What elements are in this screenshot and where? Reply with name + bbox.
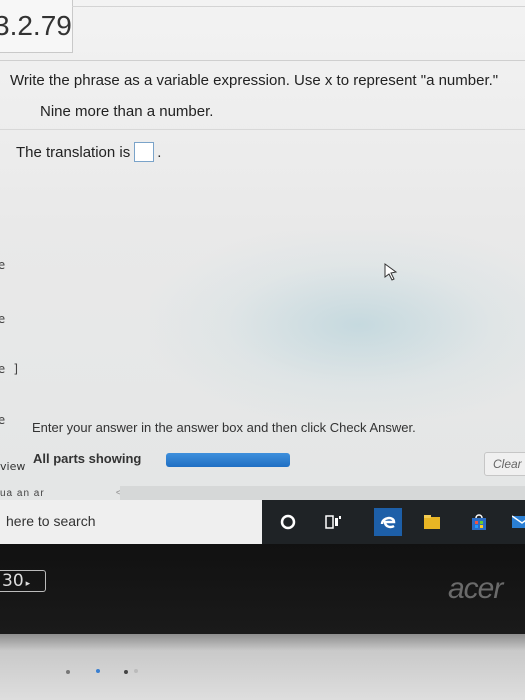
file-explorer-icon[interactable] — [422, 512, 442, 532]
browser-screen: 3.2.79 Write the phrase as a variable ex… — [0, 0, 525, 500]
view-link[interactable]: view — [0, 460, 25, 473]
search-placeholder: here to search — [6, 513, 96, 529]
task-view-icon[interactable] — [323, 512, 343, 532]
header-divider — [72, 6, 525, 7]
indicator-led — [66, 670, 70, 674]
parts-progress-bar — [166, 453, 290, 467]
sidebar-fragment[interactable]: e — [0, 312, 5, 326]
mail-icon[interactable] — [512, 512, 525, 532]
bezel-sticker: 30 ▸ — [0, 570, 46, 592]
problem-number-box: 3.2.79 — [0, 0, 73, 53]
translation-label: The translation is — [16, 143, 131, 161]
translation-period: . — [157, 143, 162, 161]
indicator-led — [134, 669, 138, 673]
phrase-text: Nine more than a number. — [40, 103, 214, 120]
answer-input-box[interactable] — [134, 142, 155, 162]
sticker-text: 30 — [2, 571, 24, 591]
sidebar-fragment[interactable]: e — [0, 258, 5, 272]
indicator-led — [96, 669, 100, 673]
parts-progress-fill — [166, 453, 290, 467]
sticker-arrow-icon: ▸ — [25, 579, 31, 589]
question-text: Write the phrase as a variable expressio… — [10, 72, 499, 89]
cortana-circle-icon[interactable] — [278, 512, 298, 532]
all-parts-showing-label: All parts showing — [33, 451, 142, 466]
windows-taskbar: here to search — [0, 500, 525, 544]
taskbar-search-box[interactable]: here to search — [0, 500, 262, 544]
sidebar-fragment[interactable]: e — [0, 413, 5, 427]
truncated-label: ua an ar — [0, 488, 45, 496]
mouse-pointer-icon — [384, 263, 398, 281]
edge-icon[interactable] — [374, 508, 402, 536]
store-icon[interactable] — [469, 512, 489, 532]
divider — [0, 129, 525, 130]
divider — [0, 60, 525, 61]
laptop-chassis — [0, 634, 525, 700]
indicator-led — [124, 670, 128, 674]
sidebar-fragment[interactable]: e ] — [0, 362, 20, 376]
problem-number: 3.2.79 — [0, 10, 72, 41]
clear-button[interactable]: Clear — [484, 452, 525, 476]
translation-row: The translation is . — [16, 142, 161, 162]
horizontal-scrollbar[interactable] — [120, 486, 525, 500]
brand-logo: acer — [448, 572, 503, 605]
screen-glare — [150, 230, 525, 420]
monitor-bezel — [0, 544, 525, 634]
instruction-text: Enter your answer in the answer box and … — [32, 420, 416, 435]
